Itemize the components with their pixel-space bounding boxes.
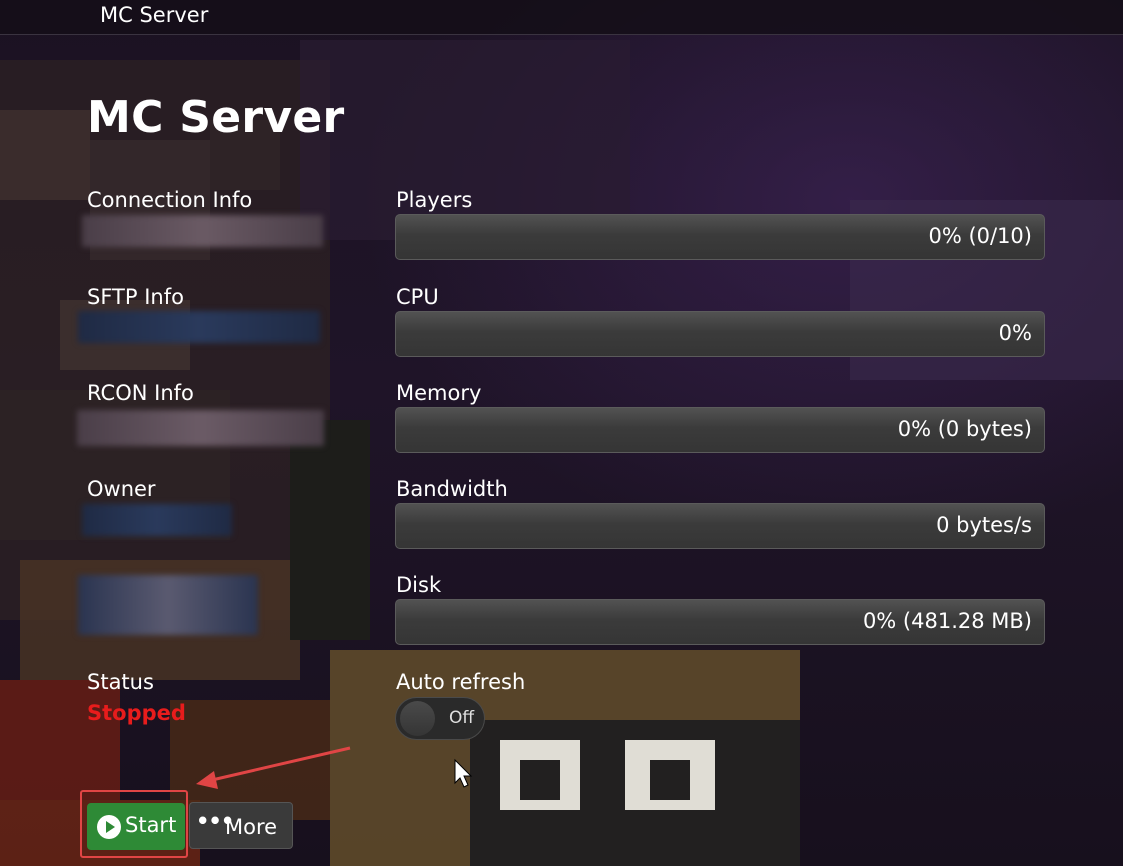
disk-label: Disk: [396, 573, 442, 597]
sftp-info-value-redacted: [78, 311, 320, 343]
rcon-info-value-redacted: [77, 410, 324, 446]
disk-value: 0% (481.28 MB): [862, 609, 1032, 633]
owner-value-redacted: [82, 504, 232, 536]
more-button[interactable]: ••• More: [189, 802, 293, 849]
auto-refresh-state: Off: [449, 708, 475, 728]
toggle-knob: [400, 701, 435, 736]
memory-value: 0% (0 bytes): [897, 417, 1032, 441]
players-label: Players: [396, 188, 473, 212]
cpu-label: CPU: [396, 285, 439, 309]
cpu-value: 0%: [998, 321, 1032, 345]
start-button[interactable]: Start: [87, 803, 185, 850]
rcon-info-label: RCON Info: [87, 381, 194, 405]
play-icon: [97, 815, 121, 839]
sftp-info-label: SFTP Info: [87, 285, 184, 309]
auto-refresh-toggle[interactable]: Off: [395, 697, 485, 740]
players-progress-bar: 0% (0/10): [395, 214, 1045, 260]
avatar-redacted: [78, 575, 258, 635]
players-value: 0% (0/10): [928, 224, 1032, 248]
status-value: Stopped: [87, 701, 186, 725]
status-label: Status: [87, 670, 154, 694]
disk-progress-bar: 0% (481.28 MB): [395, 599, 1045, 645]
bandwidth-value: 0 bytes/s: [936, 513, 1032, 537]
connection-info-value-redacted: [82, 215, 323, 247]
bandwidth-progress-bar: 0 bytes/s: [395, 503, 1045, 549]
owner-label: Owner: [87, 477, 156, 501]
memory-progress-bar: 0% (0 bytes): [395, 407, 1045, 453]
auto-refresh-label: Auto refresh: [396, 670, 526, 694]
connection-info-label: Connection Info: [87, 188, 253, 212]
cpu-progress-bar: 0%: [395, 311, 1045, 357]
more-button-label: More: [225, 815, 278, 839]
page-title: MC Server: [87, 92, 345, 143]
start-button-label: Start: [125, 813, 177, 837]
window-title-bar: MC Server: [0, 0, 1123, 35]
memory-label: Memory: [396, 381, 482, 405]
bandwidth-label: Bandwidth: [396, 477, 508, 501]
window-title: MC Server: [100, 3, 209, 27]
